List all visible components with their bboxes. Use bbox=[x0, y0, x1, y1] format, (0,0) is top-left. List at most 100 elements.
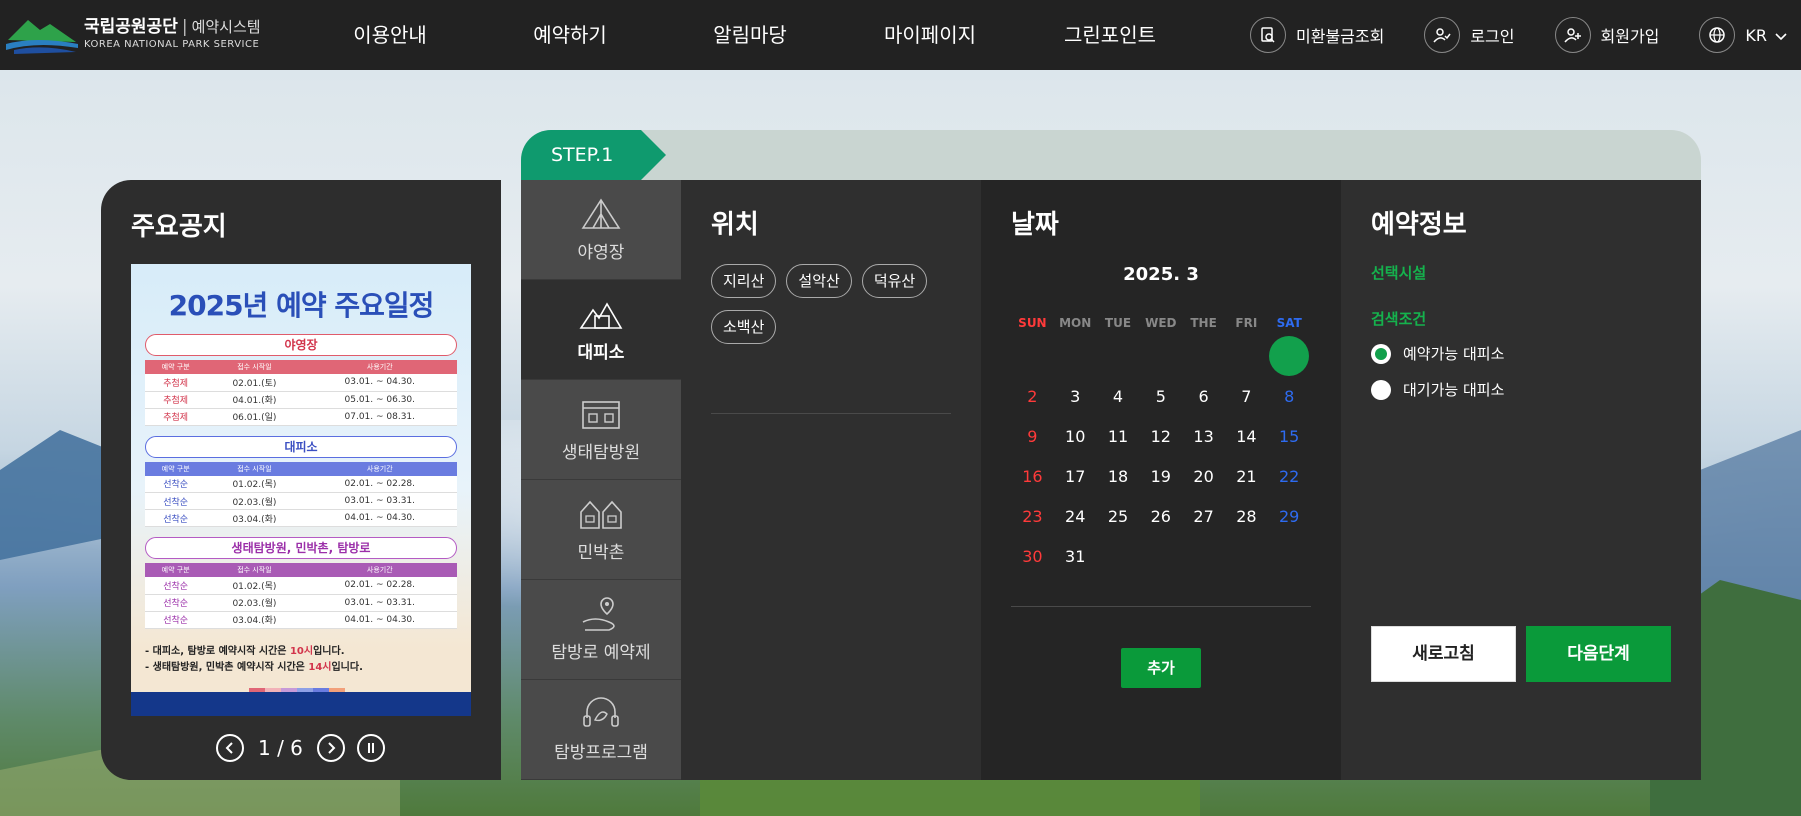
location-chip[interactable]: 지리산 bbox=[711, 264, 777, 298]
location-chip[interactable]: 설악산 bbox=[786, 264, 852, 298]
signup-link[interactable]: 회원가입 bbox=[1554, 17, 1659, 53]
nav-reservation[interactable]: 예약하기 bbox=[480, 0, 660, 70]
calendar-week-row: 23 24 25 26 27 28 29 bbox=[1011, 496, 1311, 536]
pause-icon[interactable] bbox=[356, 734, 385, 762]
calendar-day[interactable]: 1 bbox=[1268, 336, 1311, 376]
calendar-week-row: 1 bbox=[1011, 336, 1311, 376]
option-label: 예약가능 대피소 bbox=[1403, 345, 1505, 363]
site-logo[interactable]: 국립공원공단 | 예약시스템 KOREA NATIONAL PARK SERVICE bbox=[6, 14, 261, 54]
calendar-week-row: 9 10 11 12 13 14 15 bbox=[1011, 416, 1311, 456]
divider bbox=[711, 413, 951, 414]
logo-mountain-icon bbox=[6, 20, 78, 54]
calendar-day[interactable]: 22 bbox=[1268, 467, 1311, 486]
calendar-day[interactable]: 17 bbox=[1054, 467, 1097, 486]
option-available[interactable]: 예약가능 대피소 bbox=[1371, 343, 1504, 364]
calendar-day[interactable]: 3 bbox=[1054, 387, 1097, 406]
notice-pager: 1 / 6 bbox=[216, 734, 385, 762]
calendar-day[interactable]: 20 bbox=[1182, 467, 1225, 486]
category-label: 탐방프로그램 bbox=[554, 743, 648, 763]
category-minbak[interactable]: 민박촌 bbox=[521, 480, 681, 580]
calendar-day[interactable]: 12 bbox=[1139, 427, 1182, 446]
weekday-label: SUN bbox=[1018, 316, 1047, 330]
calendar-day[interactable]: 5 bbox=[1139, 387, 1182, 406]
language-selector[interactable]: KR bbox=[1699, 17, 1787, 53]
calendar-day[interactable]: 18 bbox=[1097, 467, 1140, 486]
option-waitlist[interactable]: 대기가능 대피소 bbox=[1371, 379, 1504, 400]
poster-section-shelter: 대피소 예약 구분 접수 시작일 사용기간 선착순 01.02.(목) 02.01.… bbox=[145, 435, 457, 527]
main-nav: 이용안내 예약하기 알림마당 마이페이지 그린포인트 bbox=[300, 0, 1200, 70]
poster-cell: 선착순 bbox=[145, 475, 207, 493]
calendar-day[interactable]: 7 bbox=[1225, 387, 1268, 406]
poster-cell: 04.01.(화) bbox=[206, 391, 303, 409]
poster-section-label: 생태탐방원, 민박촌, 탐방로 bbox=[145, 537, 457, 559]
category-campsite[interactable]: 야영장 bbox=[521, 180, 681, 280]
reservation-info-column: 예약정보 선택시설 검색조건 예약가능 대피소 대기가능 대피소 새로고침 다음… bbox=[1341, 180, 1701, 780]
location-chip[interactable]: 소백산 bbox=[711, 310, 777, 344]
nav-notice[interactable]: 알림마당 bbox=[660, 0, 840, 70]
poster-cell: 02.01. ~ 02.28. bbox=[302, 475, 457, 493]
calendar-day[interactable]: 15 bbox=[1268, 427, 1311, 446]
trail-pin-icon bbox=[582, 597, 615, 631]
calendar-day[interactable]: 23 bbox=[1011, 507, 1054, 526]
calendar-month: 2025. 3 bbox=[1123, 264, 1199, 285]
calendar-day[interactable]: 31 bbox=[1054, 547, 1097, 566]
calendar-day[interactable]: 26 bbox=[1139, 507, 1182, 526]
login-link[interactable]: 로그인 bbox=[1424, 17, 1515, 53]
nav-greenpoint[interactable]: 그린포인트 bbox=[1020, 0, 1200, 70]
calendar-day[interactable]: 13 bbox=[1182, 427, 1225, 446]
calendar-day[interactable]: 27 bbox=[1182, 507, 1225, 526]
refresh-button[interactable]: 새로고침 bbox=[1371, 626, 1516, 682]
poster-note-highlight: 10시 bbox=[289, 646, 314, 657]
poster-footer-band bbox=[131, 692, 471, 716]
category-trail[interactable]: 탐방로 예약제 bbox=[521, 580, 681, 680]
category-eco-center[interactable]: 생태탐방원 bbox=[521, 380, 681, 480]
calendar-day[interactable]: 21 bbox=[1225, 467, 1268, 486]
user-add-icon bbox=[1554, 17, 1591, 53]
date-column: 날짜 2025. 3 SUN MON TUE WED THE FRI SAT 1… bbox=[981, 180, 1341, 780]
table-row: 선착순 02.03.(월) 03.01. ~ 03.31. bbox=[145, 492, 457, 510]
table-row: 선착순 01.02.(목) 02.01. ~ 02.28. bbox=[145, 475, 457, 493]
calendar-day[interactable]: 10 bbox=[1054, 427, 1097, 446]
calendar-day[interactable]: 2 bbox=[1011, 387, 1054, 406]
nav-mypage[interactable]: 마이페이지 bbox=[840, 0, 1020, 70]
poster-col-header: 예약 구분 bbox=[145, 461, 207, 476]
poster-cell: 06.01.(일) bbox=[206, 408, 303, 426]
calendar-day[interactable]: 4 bbox=[1097, 387, 1140, 406]
location-chips: 지리산 설악산 덕유산 소백산 bbox=[711, 264, 961, 356]
location-chip[interactable]: 덕유산 bbox=[861, 264, 928, 298]
nav-guide[interactable]: 이용안내 bbox=[300, 0, 480, 70]
category-shelter[interactable]: 대피소 bbox=[521, 280, 681, 380]
calendar-day[interactable]: 14 bbox=[1225, 427, 1268, 446]
next-step-button[interactable]: 다음단계 bbox=[1526, 626, 1671, 682]
calendar-day[interactable]: 19 bbox=[1139, 467, 1182, 486]
notice-poster[interactable]: 2025년 예약 주요일정 야영장 예약 구분 접수 시작일 사용기간 추첨제 0… bbox=[131, 264, 471, 716]
calendar-day[interactable]: 11 bbox=[1097, 427, 1140, 446]
category-program[interactable]: 탐방프로그램 bbox=[521, 680, 681, 780]
calendar-day[interactable]: 24 bbox=[1054, 507, 1097, 526]
weekday-label: TUE bbox=[1104, 316, 1132, 330]
calendar-day[interactable]: 28 bbox=[1225, 507, 1268, 526]
calendar-day[interactable]: 8 bbox=[1268, 387, 1311, 406]
radio-unchecked-icon[interactable] bbox=[1371, 379, 1391, 400]
next-icon[interactable] bbox=[316, 734, 345, 762]
location-column: 위치 지리산 설악산 덕유산 소백산 bbox=[681, 180, 981, 780]
headset-leaf-icon bbox=[583, 697, 619, 727]
category-label: 생태탐방원 bbox=[561, 443, 641, 463]
calendar-day[interactable]: 30 bbox=[1011, 547, 1054, 566]
globe-icon bbox=[1699, 17, 1736, 53]
calendar-day[interactable]: 6 bbox=[1182, 387, 1225, 406]
refund-lookup-link[interactable]: 미환불금조회 bbox=[1250, 17, 1384, 53]
search-condition-label: 검색조건 bbox=[1371, 310, 1427, 328]
add-date-button[interactable]: 추가 bbox=[1121, 648, 1201, 688]
location-title: 위치 bbox=[711, 210, 759, 240]
poster-section-campsite: 야영장 예약 구분 접수 시작일 사용기간 추첨제 02.01.(토) 03.01.… bbox=[145, 334, 457, 426]
calendar-day[interactable]: 16 bbox=[1011, 467, 1054, 486]
radio-checked-icon[interactable] bbox=[1371, 343, 1391, 364]
poster-section-label: 야영장 bbox=[145, 334, 457, 356]
calendar-day-selected[interactable]: 1 bbox=[1269, 336, 1310, 376]
prev-icon[interactable] bbox=[216, 734, 244, 762]
calendar-day[interactable]: 29 bbox=[1268, 507, 1311, 526]
calendar-day[interactable]: 25 bbox=[1097, 507, 1140, 526]
divider bbox=[1011, 606, 1311, 607]
calendar-day[interactable]: 9 bbox=[1011, 427, 1054, 446]
